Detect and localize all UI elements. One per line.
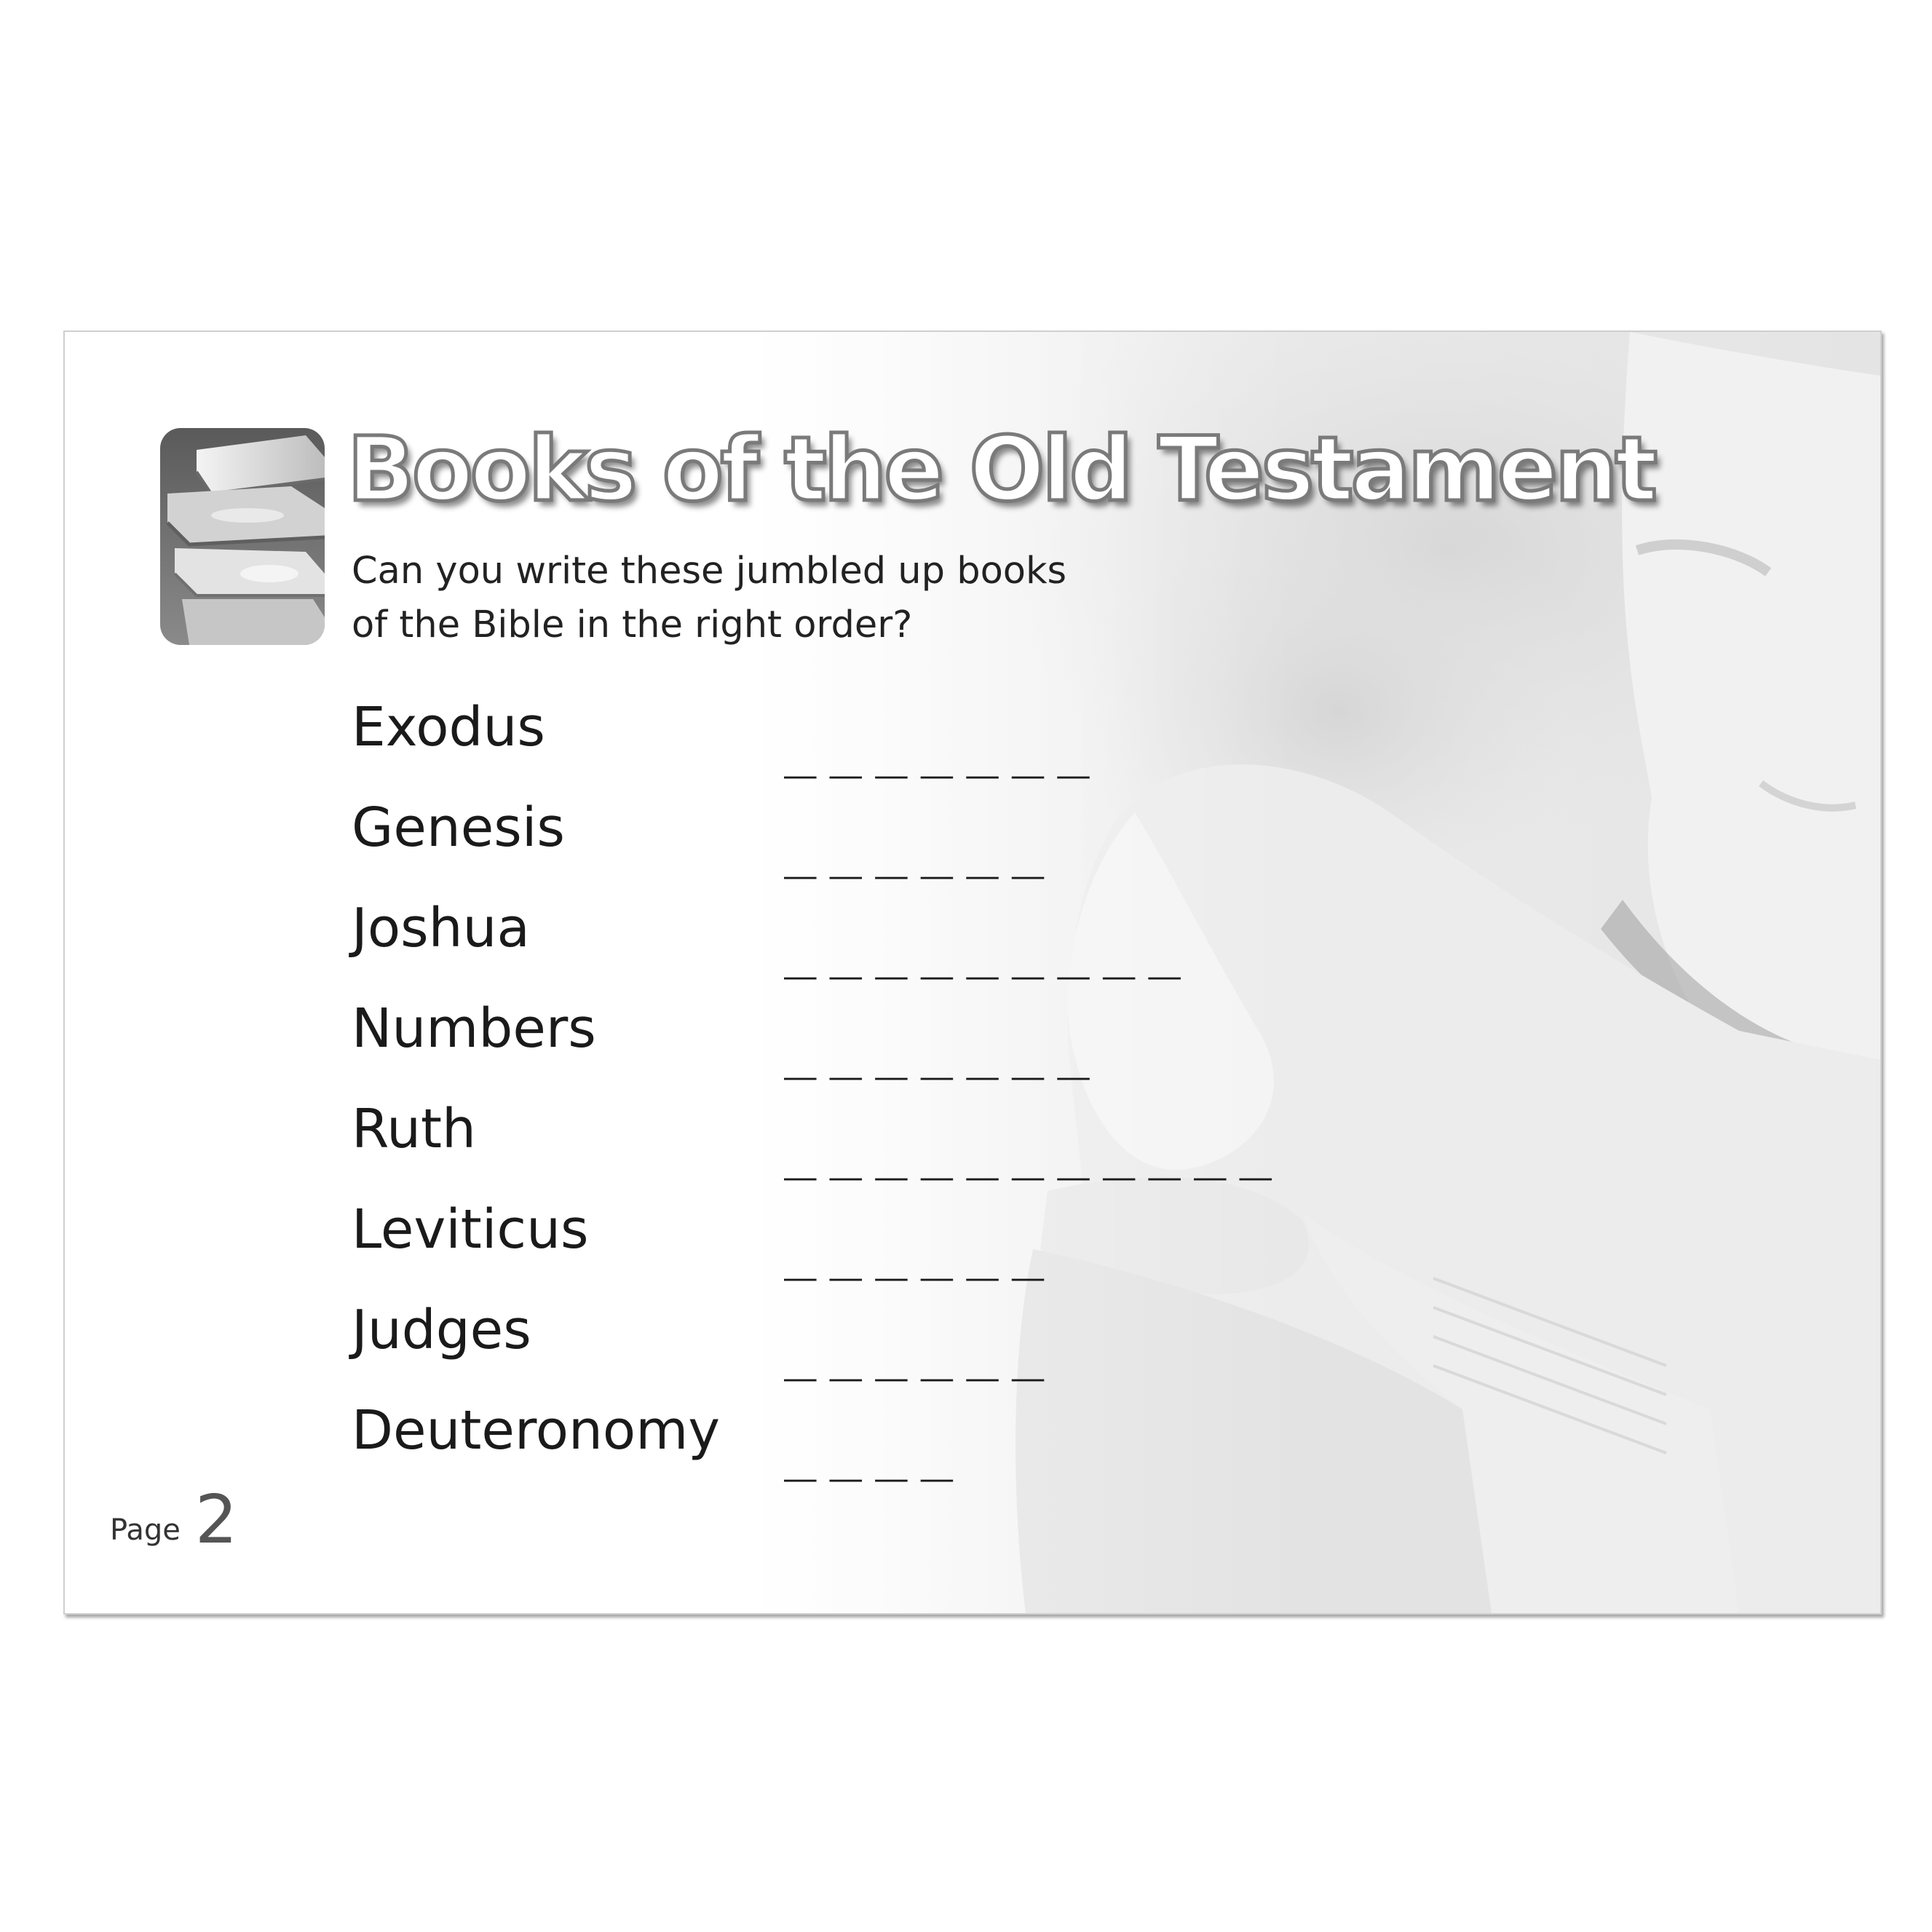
list-item: Numbers _______ [352, 989, 1444, 1089]
jumbled-book-name: Numbers [352, 997, 596, 1060]
jumbled-book-name: Genesis [352, 796, 565, 859]
book-list: Exodus _______ Genesis ______ Joshua ___… [352, 687, 1444, 1491]
list-item: Exodus _______ [352, 687, 1444, 788]
jumbled-book-name: Ruth [352, 1098, 476, 1160]
stack-of-books-icon [160, 428, 325, 645]
answer-blanks[interactable]: ______ [784, 808, 1057, 888]
jumbled-book-name: Exodus [352, 696, 545, 759]
answer-blanks[interactable]: ___________ [784, 1109, 1285, 1189]
page-title: Books of the Old Testament [346, 416, 1660, 523]
list-item: Judges ______ [352, 1290, 1444, 1390]
answer-blanks[interactable]: _______ [784, 1009, 1103, 1089]
answer-blanks[interactable]: ______ [784, 1310, 1057, 1390]
jumbled-book-name: Leviticus [352, 1198, 589, 1261]
answer-blanks[interactable]: ______ [784, 1210, 1057, 1290]
jumbled-book-name: Joshua [352, 897, 530, 959]
list-item: Joshua _________ [352, 888, 1444, 989]
list-item: Ruth ___________ [352, 1089, 1444, 1189]
jumbled-book-name: Judges [352, 1299, 531, 1361]
page-number-value: 2 [194, 1481, 238, 1559]
answer-blanks[interactable]: ____ [784, 1411, 966, 1491]
list-item: Genesis ______ [352, 788, 1444, 888]
jumbled-book-name: Deuteronomy [352, 1399, 721, 1462]
answer-blanks[interactable]: _______ [784, 708, 1103, 788]
answer-blanks[interactable]: _________ [784, 908, 1194, 989]
instructions-line: Can you write these jumbled up books [352, 550, 1067, 593]
list-item: Leviticus ______ [352, 1189, 1444, 1290]
instructions: Can you write these jumbled up books of … [352, 545, 1152, 652]
page-number-label: Page [110, 1513, 181, 1547]
list-item: Deuteronomy ____ [352, 1390, 1444, 1491]
page-number: Page 2 [110, 1481, 237, 1559]
instructions-line: of the Bible in the right order? [352, 603, 913, 646]
worksheet-page: Books of the Old Testament Can you write… [63, 330, 1882, 1615]
